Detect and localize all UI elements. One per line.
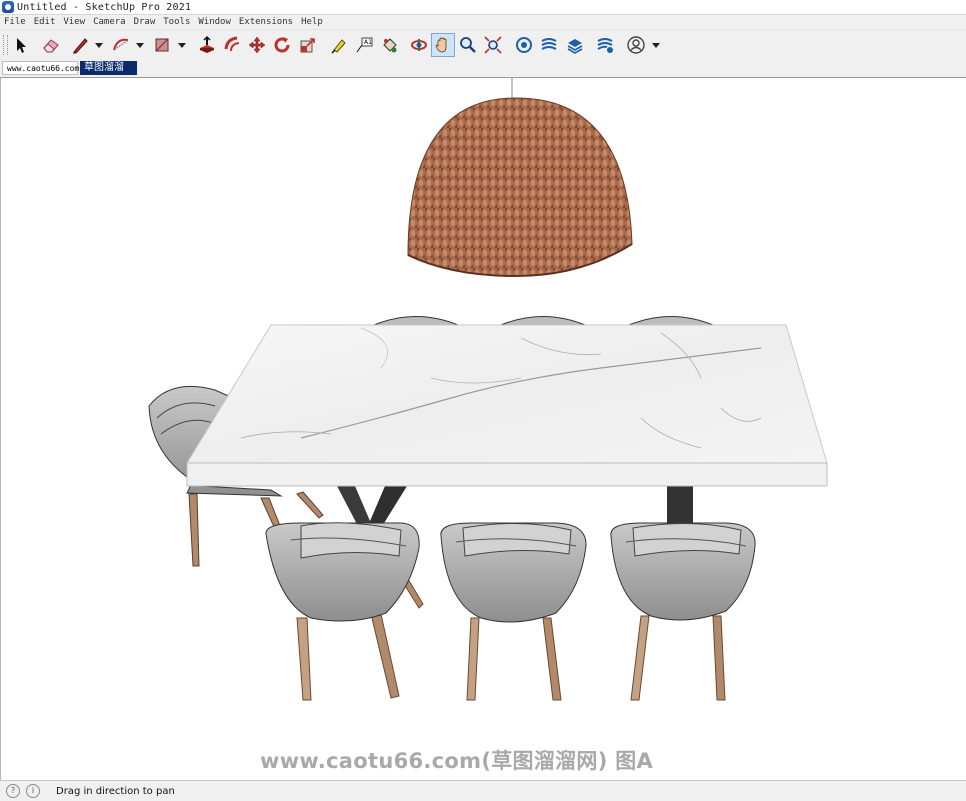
- dining-set-scene: [148, 78, 828, 701]
- eraser-tool-button[interactable]: [39, 33, 63, 57]
- tab-site-name[interactable]: 草图溜溜网: [80, 61, 137, 87]
- text-tool-button[interactable]: A1: [352, 33, 376, 57]
- title-bar: Untitled - SketchUp Pro 2021: [0, 0, 966, 15]
- scale-tool-button[interactable]: [296, 33, 320, 57]
- scene-tab-bar: www.caotu66.com 草图溜溜网: [0, 60, 966, 87]
- menu-tools[interactable]: Tools: [159, 17, 194, 27]
- geolocation-icon[interactable]: ?: [6, 784, 20, 798]
- extension-warehouse-icon: [541, 38, 557, 50]
- tape-measure-tool-button[interactable]: [327, 33, 351, 57]
- zoom-extents-tool-button[interactable]: [481, 33, 505, 57]
- watermark-text: www.caotu66.com(草图溜溜网) 图A: [260, 749, 654, 773]
- status-bar: ? i Drag in direction to pan: [0, 780, 966, 801]
- menu-view[interactable]: View: [59, 17, 89, 27]
- line-tool-icon: [73, 38, 88, 54]
- line-tool-button[interactable]: [68, 33, 92, 57]
- account-dropdown[interactable]: [652, 43, 660, 48]
- offset-tool-icon: [224, 36, 240, 52]
- orbit-tool-icon: [411, 39, 427, 51]
- eraser-tool-icon: [43, 39, 59, 53]
- rectangle-tool-icon: [155, 38, 169, 52]
- front-chair-middle[interactable]: [440, 522, 587, 701]
- menu-help[interactable]: Help: [297, 17, 327, 27]
- rectangle-tool-button[interactable]: [150, 33, 174, 57]
- menu-bar: File Edit View Camera Draw Tools Window …: [0, 15, 966, 29]
- status-message: Drag in direction to pan: [56, 785, 175, 797]
- sketchup-app-icon: [2, 1, 14, 13]
- arc-tool-icon: [113, 38, 129, 51]
- 3d-warehouse-icon: [516, 37, 532, 53]
- arc-tools-dropdown[interactable]: [136, 43, 144, 48]
- back-chairs: [373, 316, 714, 326]
- arc-tool-button[interactable]: [109, 33, 133, 57]
- menu-file[interactable]: File: [0, 17, 30, 27]
- menu-window[interactable]: Window: [194, 17, 235, 27]
- pan-tool-icon: [435, 37, 447, 53]
- select-tool-icon: [17, 38, 26, 53]
- zoom-tool-icon: [460, 37, 476, 53]
- 3d-warehouse-button[interactable]: [512, 33, 536, 57]
- offset-tool-button[interactable]: [221, 33, 245, 57]
- text-tool-label: A1: [364, 39, 372, 46]
- menu-draw[interactable]: Draw: [130, 17, 160, 27]
- tape-measure-tool-icon: [331, 39, 346, 54]
- pan-tool-button[interactable]: [431, 33, 455, 57]
- paint-bucket-tool-icon: [383, 38, 397, 53]
- move-tool-button[interactable]: [245, 33, 269, 57]
- push-pull-tool-button[interactable]: [195, 33, 219, 57]
- extension-manager-button[interactable]: [593, 33, 617, 57]
- scale-tool-icon: [300, 38, 315, 53]
- account-button[interactable]: [624, 33, 648, 57]
- rotate-tool-icon: [274, 37, 290, 53]
- move-tool-icon: [248, 36, 266, 54]
- select-tool-button[interactable]: [9, 33, 33, 57]
- toolbar-grip[interactable]: [3, 35, 8, 55]
- zoom-tool-button[interactable]: [456, 33, 480, 57]
- shape-tools-dropdown[interactable]: [178, 43, 186, 48]
- window-title: Untitled - SketchUp Pro 2021: [17, 1, 192, 13]
- extension-manager-icon: [597, 38, 613, 53]
- marble-dining-table[interactable]: [186, 324, 828, 487]
- front-chair-right[interactable]: [610, 522, 756, 701]
- rotate-tool-button[interactable]: [270, 33, 294, 57]
- main-toolbar: A1: [0, 29, 966, 61]
- line-tools-dropdown[interactable]: [95, 43, 103, 48]
- tab-site-url[interactable]: www.caotu66.com: [2, 61, 79, 75]
- account-icon: [627, 36, 645, 54]
- extension-warehouse-button[interactable]: [537, 33, 561, 57]
- zoom-extents-tool-icon: [484, 36, 502, 54]
- push-pull-tool-icon: [200, 35, 214, 53]
- front-chair-left[interactable]: [265, 522, 424, 701]
- table-base: [337, 486, 693, 528]
- layout-button[interactable]: [563, 33, 587, 57]
- menu-edit[interactable]: Edit: [30, 17, 60, 27]
- menu-camera[interactable]: Camera: [89, 17, 130, 27]
- menu-extensions[interactable]: Extensions: [235, 17, 297, 27]
- rattan-dome-pendant-lamp[interactable]: [407, 78, 633, 278]
- layout-icon: [567, 39, 583, 54]
- paint-bucket-tool-button[interactable]: [378, 33, 402, 57]
- credits-info-icon[interactable]: i: [26, 784, 40, 798]
- orbit-tool-button[interactable]: [407, 33, 431, 57]
- model-viewport[interactable]: www.caotu66.com(草图溜溜网) 图A: [0, 77, 966, 780]
